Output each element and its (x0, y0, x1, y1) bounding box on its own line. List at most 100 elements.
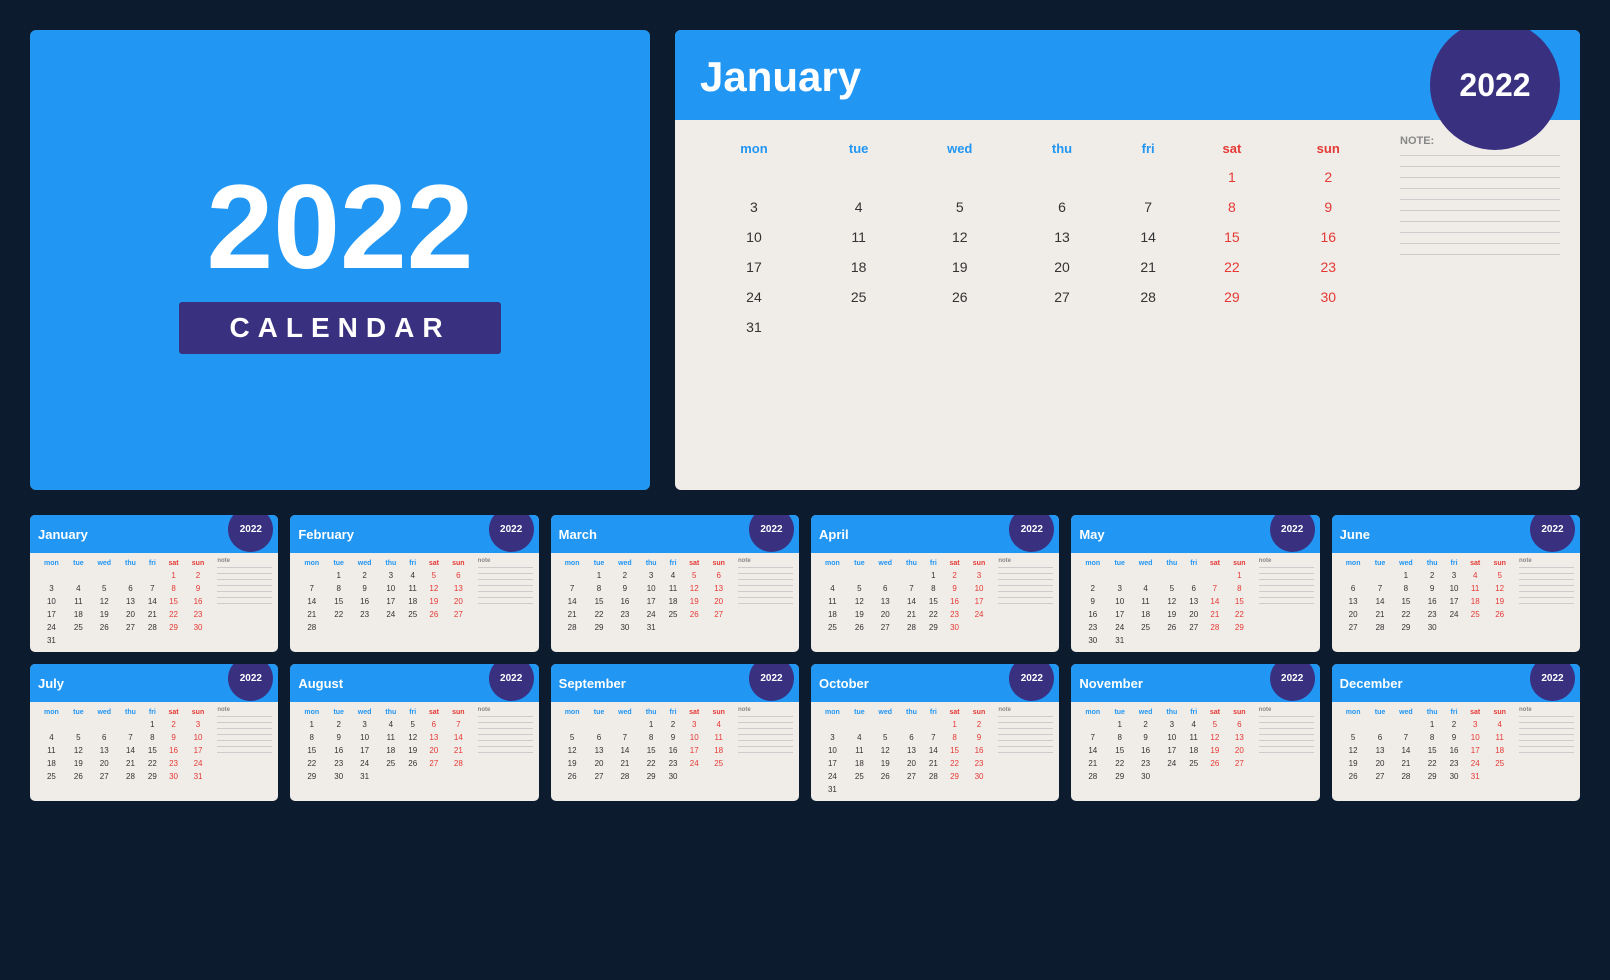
mini-day: 25 (1486, 757, 1513, 770)
mini-day (403, 621, 423, 634)
january-month-name: January (700, 53, 861, 101)
mini-day: 20 (1369, 757, 1392, 770)
mini-day: 27 (900, 770, 924, 783)
mini-notes-area: note (1519, 707, 1574, 783)
mini-day: 14 (1392, 744, 1421, 757)
top-section: 2022 CALENDAR January 2022 mon tue wed t… (30, 30, 1580, 490)
h-sun: sun (1226, 707, 1253, 718)
mini-day (1369, 569, 1392, 582)
col-thu: thu (1015, 135, 1109, 162)
mini-day: 8 (327, 582, 350, 595)
mini-day: 27 (1338, 621, 1369, 634)
h-wed: wed (1392, 707, 1421, 718)
mini-day: 22 (639, 757, 663, 770)
calendar-day (904, 312, 1015, 342)
mini-day: 2 (1444, 718, 1464, 731)
mini-day (1184, 634, 1204, 647)
h-wed: wed (611, 707, 640, 718)
note-line (1400, 177, 1560, 178)
mini-day: 9 (663, 731, 683, 744)
mini-day: 1 (923, 569, 943, 582)
mini-day: 29 (923, 621, 943, 634)
mini-day: 8 (639, 731, 663, 744)
mini-notes-area: note (217, 707, 272, 783)
mini-day: 11 (403, 582, 423, 595)
mini-body: mon tue wed thu fri sat sun 123456789101… (811, 702, 1059, 801)
mini-notes-area: note (998, 707, 1053, 796)
mini-day: 28 (923, 770, 943, 783)
calendar-day: 19 (904, 252, 1015, 282)
mini-day: 8 (923, 582, 943, 595)
mini-day: 5 (1486, 569, 1513, 582)
mini-day: 14 (611, 744, 640, 757)
mini-day: 26 (848, 621, 871, 634)
mini-day (423, 621, 445, 634)
mini-day: 26 (403, 757, 423, 770)
mini-day: 12 (1160, 595, 1184, 608)
mini-day: 19 (1204, 744, 1226, 757)
mini-day: 25 (848, 770, 871, 783)
h-fri: fri (1184, 558, 1204, 569)
col-fri: fri (1109, 135, 1187, 162)
mini-day: 26 (90, 621, 119, 634)
mini-day: 22 (588, 608, 611, 621)
mini-cal-area: mon tue wed thu fri sat sun 123456789101… (817, 558, 992, 634)
mini-day: 13 (90, 744, 119, 757)
mini-day: 9 (185, 582, 212, 595)
mini-day: 30 (185, 621, 212, 634)
mini-day (683, 621, 705, 634)
calendar-day: 4 (813, 192, 904, 222)
mini-day: 18 (705, 744, 732, 757)
h-mon: mon (557, 558, 588, 569)
h-thu: thu (639, 558, 663, 569)
mini-day: 7 (900, 582, 924, 595)
mini-notes-area: note (478, 558, 533, 634)
h-wed: wed (871, 707, 900, 718)
mini-day (900, 569, 924, 582)
mini-day: 9 (1420, 582, 1444, 595)
mini-day: 22 (327, 608, 350, 621)
h-wed: wed (1131, 707, 1160, 718)
mini-day: 3 (966, 569, 993, 582)
mini-cal-area: mon tue wed thu fri sat sun 123456789101… (557, 558, 732, 634)
calendar-day: 3 (695, 192, 813, 222)
mini-day: 24 (350, 757, 379, 770)
mini-day: 26 (1160, 621, 1184, 634)
mini-day: 19 (67, 757, 90, 770)
mini-day: 26 (557, 770, 588, 783)
mini-day: 19 (1338, 757, 1369, 770)
calendar-day: 25 (813, 282, 904, 312)
note-line (1400, 155, 1560, 156)
h-tue: tue (1369, 558, 1392, 569)
h-sun: sun (185, 558, 212, 569)
h-wed: wed (350, 558, 379, 569)
mini-year-bubble: 2022 (228, 664, 273, 701)
mini-day (327, 621, 350, 634)
mini-day: 27 (1184, 621, 1204, 634)
mini-day: 23 (162, 757, 184, 770)
mini-day: 12 (557, 744, 588, 757)
mini-day (848, 569, 871, 582)
mini-day (1464, 621, 1486, 634)
mini-day: 28 (1369, 621, 1392, 634)
mini-day: 20 (90, 757, 119, 770)
mini-day: 14 (142, 595, 162, 608)
mini-grid: mon tue wed thu fri sat sun 123456789101… (296, 707, 471, 783)
mini-day: 19 (90, 608, 119, 621)
mini-day (588, 718, 611, 731)
mini-day: 3 (639, 569, 663, 582)
mini-body: mon tue wed thu fri sat sun 123456789101… (30, 553, 278, 652)
mini-day: 20 (588, 757, 611, 770)
mini-day: 21 (1392, 757, 1421, 770)
mini-day: 21 (1077, 757, 1108, 770)
mini-header: March 2022 (551, 515, 799, 553)
mini-day: 2 (1420, 569, 1444, 582)
mini-day (67, 634, 90, 647)
mini-day (871, 783, 900, 796)
mini-day: 21 (119, 757, 143, 770)
mini-day: 15 (162, 595, 184, 608)
mini-day: 29 (1108, 770, 1131, 783)
mini-day: 15 (327, 595, 350, 608)
mini-day: 20 (705, 595, 732, 608)
note-line (1400, 210, 1560, 211)
